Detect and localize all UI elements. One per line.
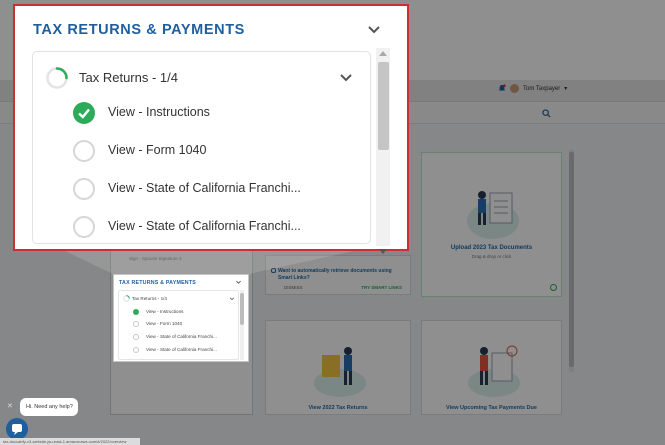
- task-group-label[interactable]: Tax Returns - 1/4: [79, 70, 178, 85]
- user-caret-icon[interactable]: ▾: [564, 85, 567, 92]
- chat-launcher-button[interactable]: [6, 418, 28, 440]
- task-group-header[interactable]: Tax Returns - 1/4: [43, 64, 363, 92]
- task-item[interactable]: View - Instructions: [73, 102, 363, 128]
- help-chat-bubble[interactable]: Hi. Need any help?: [20, 398, 78, 416]
- panel-title: TAX RETURNS & PAYMENTS: [33, 22, 245, 38]
- chat-close-icon[interactable]: ✕: [7, 403, 15, 411]
- view-prior-returns-card[interactable]: View 2022 Tax Returns: [265, 320, 411, 415]
- check-icon: [73, 102, 95, 124]
- clock-icon: [550, 284, 557, 291]
- mini-task-2[interactable]: View - Form 1040: [146, 321, 182, 326]
- mini-task-1[interactable]: View - Instructions: [146, 309, 183, 314]
- mini-task-4[interactable]: View - State of California Franchi...: [146, 347, 217, 352]
- spouse-signature-task[interactable]: Sign - Spouse Signature 3: [129, 256, 182, 261]
- panel-scrollbar-thumb[interactable]: [378, 62, 389, 150]
- view-prior-returns-title: View 2022 Tax Returns: [308, 405, 368, 411]
- notification-bell-icon[interactable]: [498, 84, 506, 93]
- collapse-chevron-icon[interactable]: [367, 23, 381, 37]
- mini-group-chevron-icon[interactable]: [229, 296, 235, 302]
- page-scrollbar-thumb[interactable]: [569, 152, 574, 367]
- link-icon: [271, 268, 276, 273]
- view-upcoming-payments-title: View Upcoming Tax Payments Due: [446, 405, 537, 411]
- task-label[interactable]: View - State of California Franchi...: [108, 219, 301, 233]
- progress-spinner-icon: [46, 67, 68, 89]
- task-label[interactable]: View - Form 1040: [108, 143, 206, 157]
- status-bar-url: tax-doccabfy-c3-website-jsu-east-1.amazo…: [0, 438, 140, 445]
- incomplete-circle-icon: [73, 178, 95, 200]
- user-avatar[interactable]: [510, 84, 519, 93]
- mini-group-label[interactable]: Tax Returns - 1/4: [132, 296, 167, 301]
- user-name[interactable]: Tom Taxpayer: [523, 86, 560, 92]
- user-menu[interactable]: Tom Taxpayer ▾: [498, 84, 567, 93]
- mini-progress-spinner-icon: [123, 295, 130, 302]
- mini-scrollbar-thumb[interactable]: [240, 293, 244, 325]
- upload-documents-card[interactable]: Upload 2023 Tax Documents Drag & drop or…: [421, 152, 562, 297]
- scroll-down-arrow-icon[interactable]: [379, 249, 387, 254]
- payments-illustration-icon: [468, 345, 520, 397]
- mini-task-3[interactable]: View - State of California Franchi...: [146, 334, 217, 339]
- task-item[interactable]: View - State of California Franchi...: [73, 178, 363, 204]
- task-label[interactable]: View - State of California Franchi...: [108, 181, 301, 195]
- scroll-up-arrow-icon[interactable]: [379, 51, 387, 56]
- view-upcoming-payments-card[interactable]: View Upcoming Tax Payments Due: [421, 320, 562, 415]
- smart-links-card: Want to automatically retrieve documents…: [265, 255, 411, 295]
- returns-illustration-icon: [314, 347, 366, 397]
- mini-circle-icon: [133, 347, 139, 353]
- zoom-callout: TAX RETURNS & PAYMENTS Tax Returns - 1/4…: [13, 4, 409, 254]
- task-label[interactable]: View - Instructions: [108, 105, 210, 119]
- mini-task-group: Tax Returns - 1/4 View - Instructions Vi…: [118, 290, 239, 360]
- mini-panel-title: TAX RETURNS & PAYMENTS: [119, 280, 196, 286]
- mini-check-icon: [133, 309, 139, 315]
- incomplete-circle-icon: [73, 140, 95, 162]
- expand-chevron-icon[interactable]: [339, 71, 353, 85]
- task-item[interactable]: View - State of California Franchi...: [73, 216, 363, 242]
- task-item[interactable]: View - Form 1040: [73, 140, 363, 166]
- mini-collapse-chevron-icon[interactable]: [235, 279, 242, 286]
- incomplete-circle-icon: [73, 216, 95, 238]
- search-icon[interactable]: [542, 109, 551, 118]
- try-smart-links-button[interactable]: TRY SMART LINKS: [361, 285, 402, 290]
- mini-circle-icon: [133, 321, 139, 327]
- task-group-card: Tax Returns - 1/4 View - Instructions Vi…: [32, 51, 371, 244]
- upload-title: Upload 2023 Tax Documents: [450, 245, 533, 251]
- smart-links-question: Want to automatically retrieve documents…: [278, 268, 392, 281]
- dismiss-button[interactable]: DISMISS: [284, 285, 303, 290]
- upload-subtitle: Drag & drop or click: [471, 254, 512, 259]
- chat-icon: [12, 424, 22, 435]
- upload-illustration-icon: [467, 191, 519, 239]
- mini-tax-returns-panel: TAX RETURNS & PAYMENTS Tax Returns - 1/4…: [113, 274, 249, 362]
- mini-circle-icon: [133, 334, 139, 340]
